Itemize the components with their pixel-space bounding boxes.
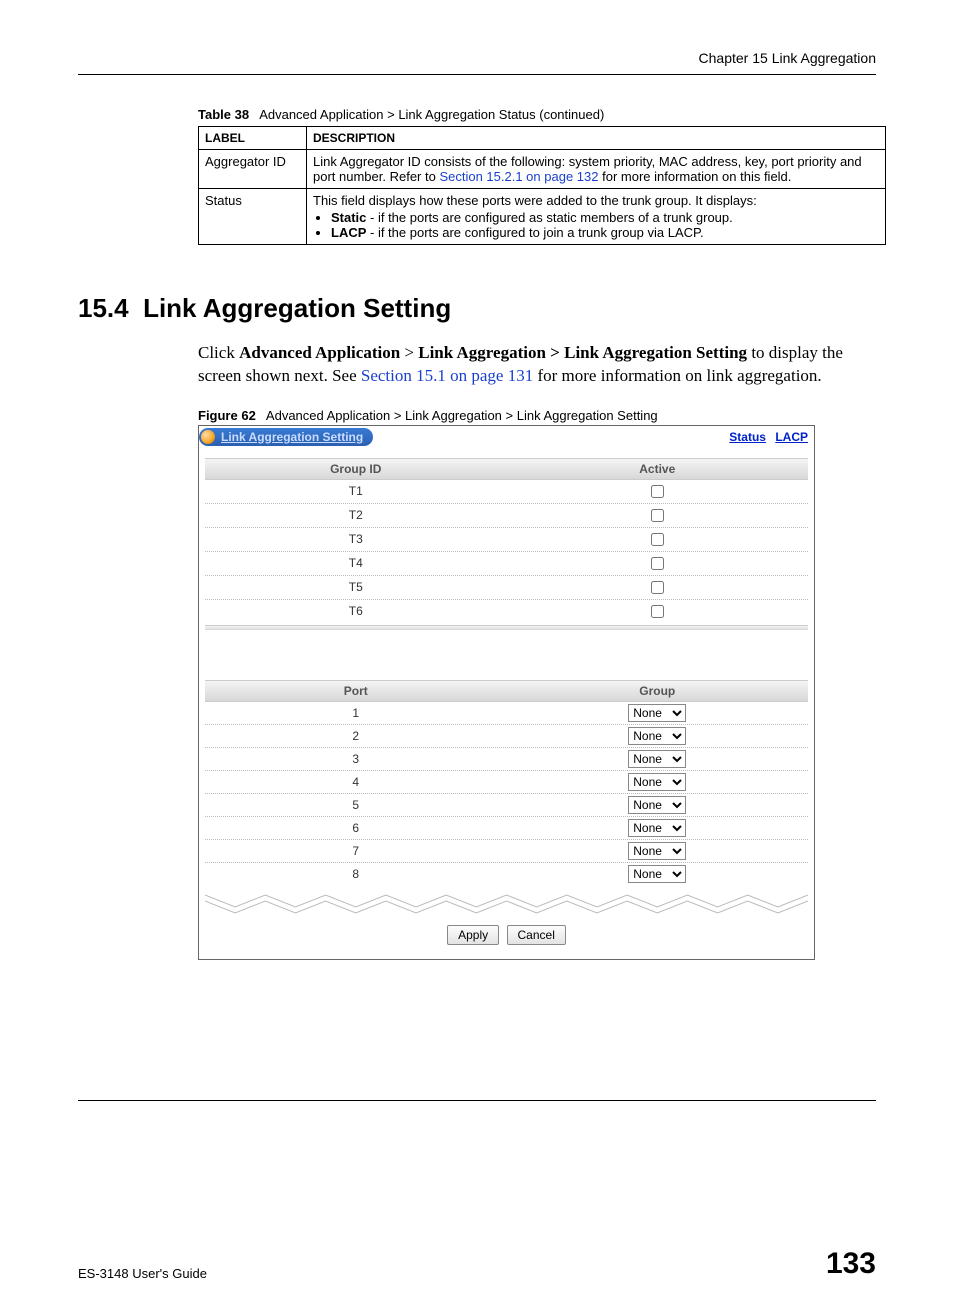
bold-text: Link Aggregation > Link Aggregation Sett… (418, 343, 747, 362)
port-cell: 3 (205, 752, 507, 766)
group-panel: Group ID Active T1 T2 T3 T4 T5 T6 (205, 458, 808, 630)
header-rule (78, 74, 876, 75)
col-header-port: Port (205, 684, 507, 698)
text: for more information on this field. (598, 169, 791, 184)
active-checkbox[interactable] (651, 533, 664, 546)
port-row: 6 None (205, 817, 808, 840)
lacp-link[interactable]: LACP (775, 430, 808, 444)
footer-rule (78, 1100, 876, 1101)
text: - if the ports are configured as static … (366, 210, 732, 225)
body-paragraph: Click Advanced Application > Link Aggreg… (198, 342, 858, 388)
port-row: 3 None (205, 748, 808, 771)
active-checkbox[interactable] (651, 485, 664, 498)
table-number: Table 38 (198, 107, 249, 122)
figure-number: Figure 62 (198, 408, 256, 423)
group-select[interactable]: None (628, 819, 686, 837)
col-header-active: Active (507, 462, 809, 476)
screen-title: Link Aggregation Setting (221, 430, 363, 444)
figure-screenshot: Link Aggregation Setting Status LACP Gro… (198, 425, 815, 960)
figure-caption: Figure 62 Advanced Application > Link Ag… (198, 408, 876, 423)
group-id-cell: T5 (205, 580, 507, 594)
port-row: 1 None (205, 702, 808, 725)
cross-reference-link[interactable]: Section 15.2.1 on page 132 (439, 169, 598, 184)
text: for more information on link aggregation… (533, 366, 821, 385)
cell-description: This field displays how these ports were… (307, 189, 886, 245)
table-38: LABEL DESCRIPTION Aggregator ID Link Agg… (198, 126, 886, 245)
section-heading: 15.4 Link Aggregation Setting (78, 293, 876, 324)
list-item: LACP - if the ports are configured to jo… (331, 225, 879, 240)
group-row: T6 (205, 600, 808, 623)
cell-description: Link Aggregator ID consists of the follo… (307, 150, 886, 189)
screen-title-pill: Link Aggregation Setting (199, 428, 373, 446)
cell-label: Status (199, 189, 307, 245)
bold-text: Advanced Application (239, 343, 400, 362)
group-id-cell: T4 (205, 556, 507, 570)
text: > (400, 343, 418, 362)
port-row: 4 None (205, 771, 808, 794)
port-cell: 2 (205, 729, 507, 743)
port-row: 5 None (205, 794, 808, 817)
active-checkbox[interactable] (651, 581, 664, 594)
cell-label: Aggregator ID (199, 150, 307, 189)
port-panel: Port Group 1 None 2 None 3 None 4 None 5 None 6 Non… (205, 680, 808, 885)
group-row: T4 (205, 552, 808, 576)
chapter-header: Chapter 15 Link Aggregation (78, 50, 876, 66)
list-item: Static - if the ports are configured as … (331, 210, 879, 225)
cancel-button[interactable]: Cancel (507, 925, 566, 945)
port-cell: 4 (205, 775, 507, 789)
th-description: DESCRIPTION (307, 127, 886, 150)
cross-reference-link[interactable]: Section 15.1 on page 131 (361, 366, 533, 385)
text: - if the ports are configured to join a … (366, 225, 703, 240)
port-row: 2 None (205, 725, 808, 748)
group-id-cell: T2 (205, 508, 507, 522)
figure-caption-text: Advanced Application > Link Aggregation … (266, 408, 658, 423)
section-title: Link Aggregation Setting (143, 293, 451, 323)
text: Click (198, 343, 239, 362)
group-select[interactable]: None (628, 727, 686, 745)
group-select[interactable]: None (628, 773, 686, 791)
group-row: T1 (205, 480, 808, 504)
port-cell: 8 (205, 867, 507, 881)
group-select[interactable]: None (628, 796, 686, 814)
active-checkbox[interactable] (651, 605, 664, 618)
table-caption: Table 38 Advanced Application > Link Agg… (198, 107, 876, 122)
dot-icon (201, 430, 215, 444)
text: This field displays how these ports were… (313, 193, 757, 208)
group-select[interactable]: None (628, 750, 686, 768)
group-id-cell: T1 (205, 484, 507, 498)
group-id-cell: T6 (205, 604, 507, 618)
port-row: 8 None (205, 863, 808, 885)
page-number: 133 (826, 1247, 876, 1281)
bold-text: LACP (331, 225, 366, 240)
group-id-cell: T3 (205, 532, 507, 546)
section-number: 15.4 (78, 293, 129, 323)
th-label: LABEL (199, 127, 307, 150)
table-row: Status This field displays how these por… (199, 189, 886, 245)
col-header-group-id: Group ID (205, 462, 507, 476)
col-header-group: Group (507, 684, 809, 698)
footer-guide: ES-3148 User's Guide (78, 1266, 207, 1281)
port-row: 7 None (205, 840, 808, 863)
group-select[interactable]: None (628, 865, 686, 883)
active-checkbox[interactable] (651, 509, 664, 522)
active-checkbox[interactable] (651, 557, 664, 570)
tear-line (205, 887, 808, 915)
bold-text: Static (331, 210, 366, 225)
group-select[interactable]: None (628, 704, 686, 722)
table-row: Aggregator ID Link Aggregator ID consist… (199, 150, 886, 189)
port-cell: 7 (205, 844, 507, 858)
table-caption-text: Advanced Application > Link Aggregation … (259, 107, 604, 122)
group-row: T3 (205, 528, 808, 552)
group-select[interactable]: None (628, 842, 686, 860)
port-cell: 1 (205, 706, 507, 720)
status-link[interactable]: Status (729, 430, 766, 444)
port-cell: 5 (205, 798, 507, 812)
group-row: T5 (205, 576, 808, 600)
port-cell: 6 (205, 821, 507, 835)
apply-button[interactable]: Apply (447, 925, 499, 945)
group-row: T2 (205, 504, 808, 528)
